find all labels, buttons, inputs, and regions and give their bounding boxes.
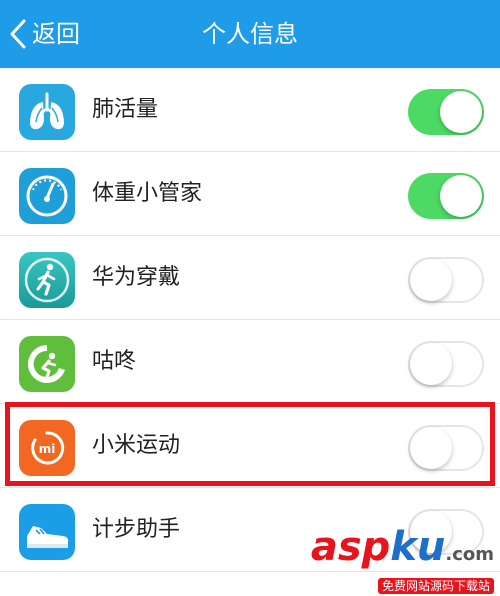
app-label: 咕咚 bbox=[92, 349, 137, 374]
app-list: 肺活量 体重小管家 华为穿戴 咕咚 mi 小米运动 计步助手 bbox=[0, 68, 500, 572]
app-label: 肺活量 bbox=[92, 97, 159, 122]
chevron-left-icon bbox=[10, 19, 26, 49]
list-item-step-counter: 计步助手 bbox=[0, 488, 500, 572]
sneaker-icon bbox=[19, 504, 75, 560]
app-label: 华为穿戴 bbox=[92, 265, 181, 290]
app-label: 小米运动 bbox=[92, 433, 181, 458]
svg-text:mi: mi bbox=[39, 442, 56, 456]
toggle-switch-weight-manager[interactable] bbox=[408, 173, 484, 219]
mi-fit-icon: mi bbox=[19, 420, 75, 476]
toggle-switch-huawei-wear[interactable] bbox=[408, 257, 484, 303]
list-item-mi-fit: mi 小米运动 bbox=[0, 404, 500, 488]
app-label: 体重小管家 bbox=[92, 181, 203, 206]
toggle-knob bbox=[410, 427, 452, 469]
lungs-icon bbox=[19, 84, 75, 140]
toggle-knob bbox=[410, 511, 452, 553]
toggle-knob bbox=[440, 175, 482, 217]
list-item-codoon: 咕咚 bbox=[0, 320, 500, 404]
toggle-switch-codoon[interactable] bbox=[408, 341, 484, 387]
toggle-switch-mi-fit[interactable] bbox=[408, 425, 484, 471]
toggle-switch-lung-capacity[interactable] bbox=[408, 89, 484, 135]
navigation-bar: 返回 个人信息 bbox=[0, 0, 500, 68]
back-button[interactable]: 返回 bbox=[8, 14, 80, 54]
back-label: 返回 bbox=[32, 20, 80, 48]
watermark-subtitle: 免费网站源码下载站 bbox=[377, 578, 494, 594]
toggle-knob bbox=[440, 91, 482, 133]
app-label: 计步助手 bbox=[92, 517, 181, 542]
toggle-knob bbox=[410, 343, 452, 385]
weight-gauge-icon bbox=[19, 168, 75, 224]
runner-icon bbox=[19, 252, 75, 308]
toggle-knob bbox=[410, 259, 452, 301]
codoon-icon bbox=[19, 336, 75, 392]
list-item-lung-capacity: 肺活量 bbox=[0, 68, 500, 152]
screen: 返回 个人信息 肺活量 体重小管家 华为穿戴 咕咚 mi 小米运动 计步助手 a… bbox=[0, 0, 500, 596]
list-item-weight-manager: 体重小管家 bbox=[0, 152, 500, 236]
list-item-huawei-wear: 华为穿戴 bbox=[0, 236, 500, 320]
toggle-switch-step-counter[interactable] bbox=[408, 509, 484, 555]
